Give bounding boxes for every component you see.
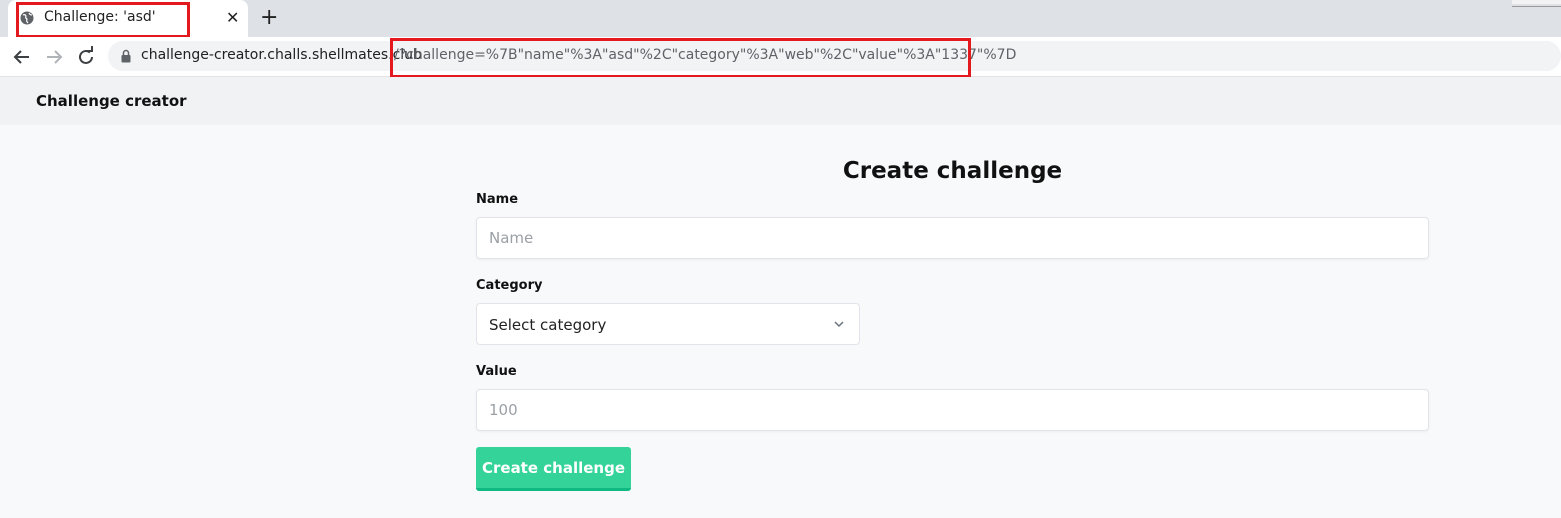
category-selected-value: Select category [489,316,607,334]
brand-title[interactable]: Challenge creator [36,92,187,110]
category-label: Category [476,278,543,293]
browser-tab[interactable]: Challenge: 'asd' ✕ [8,0,248,37]
create-challenge-button[interactable]: Create challenge [476,447,631,491]
window-edge-line [1512,6,1561,7]
lock-icon [121,49,131,63]
chevron-down-icon [834,321,844,328]
browser-tab-strip: Challenge: 'asd' ✕ + [0,0,1561,37]
reload-icon[interactable] [74,45,98,69]
browser-toolbar: challenge-creator.challs.shellmates.club… [0,37,1561,77]
value-label: Value [476,364,517,379]
value-input[interactable] [476,389,1429,431]
url-query: /?challenge=%7B"name"%3A"asd"%2C"categor… [394,47,1017,63]
tab-title: Challenge: 'asd' [44,9,156,25]
forward-arrow-icon[interactable] [42,45,66,69]
globe-icon [20,11,34,25]
category-select[interactable]: Select category [476,303,860,345]
name-input[interactable] [476,217,1429,259]
window-edge [1512,0,1561,4]
close-icon[interactable]: ✕ [226,8,239,28]
back-arrow-icon[interactable] [10,45,34,69]
address-bar[interactable]: challenge-creator.challs.shellmates.club… [108,41,1561,71]
name-label: Name [476,192,519,207]
app-navbar: Challenge creator [0,77,1561,125]
url-host: challenge-creator.challs.shellmates.club [141,47,422,63]
new-tab-button[interactable]: + [260,5,278,31]
page-title: Create challenge [842,158,1063,184]
